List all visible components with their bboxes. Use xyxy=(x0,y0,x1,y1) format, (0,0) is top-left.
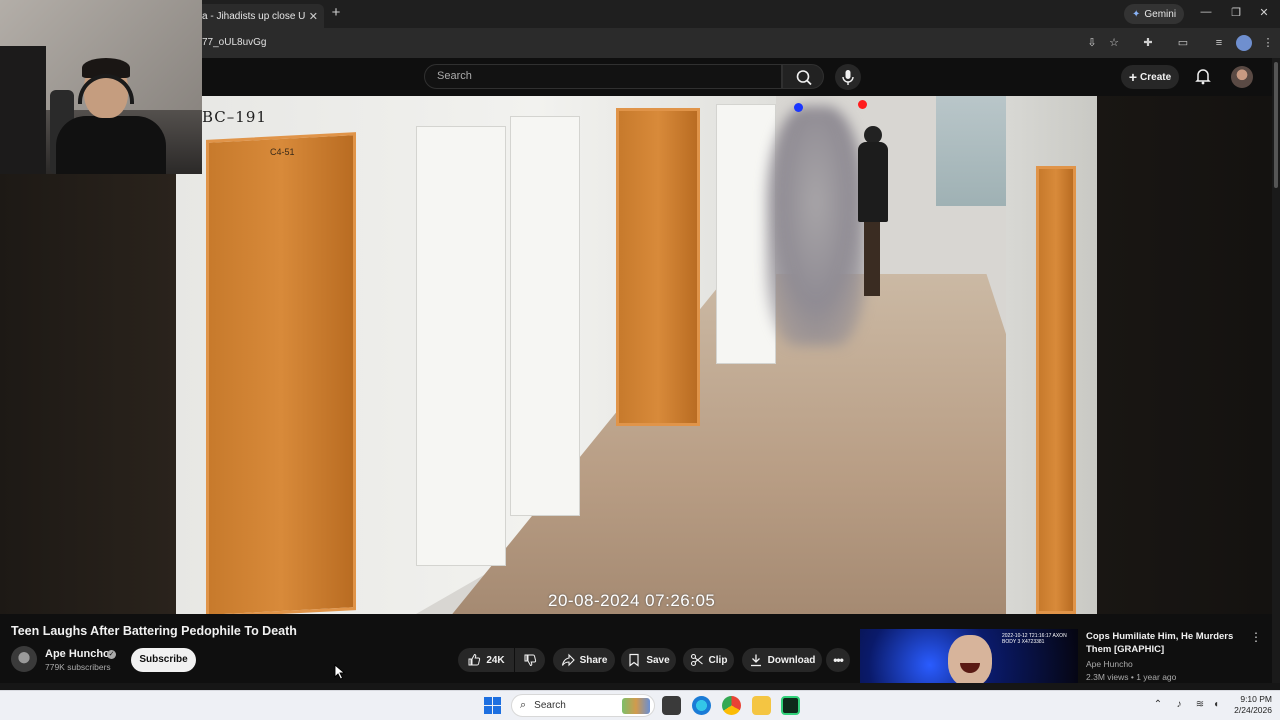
scrollbar-thumb[interactable] xyxy=(1274,62,1278,188)
video-scene-panel xyxy=(416,126,506,566)
clip-label: Clip xyxy=(708,654,728,666)
share-button[interactable]: Share xyxy=(553,648,615,672)
taskbar-search[interactable]: ⌕ Search xyxy=(511,694,655,717)
share-arrow-icon xyxy=(561,653,575,667)
taskbar-search-label: Search xyxy=(534,700,566,711)
cast-icon[interactable]: ▭ xyxy=(1175,35,1191,51)
install-app-icon[interactable]: ⇩ xyxy=(1084,35,1100,51)
taskbar-clock[interactable]: 9:10 PM 2/24/2026 xyxy=(1232,694,1272,716)
recommendation-meta: 2.3M views • 1 year ago xyxy=(1086,672,1177,682)
gemini-sparkle-icon: ✦ xyxy=(1132,8,1141,20)
subscribe-button[interactable]: Subscribe xyxy=(131,648,196,672)
bell-icon xyxy=(1195,69,1211,85)
video-scene-person xyxy=(856,126,890,296)
browser-profile-avatar[interactable] xyxy=(1236,35,1252,51)
windows-start-icon[interactable] xyxy=(484,697,501,714)
file-explorer-icon[interactable] xyxy=(752,696,771,715)
new-tab-button[interactable]: + xyxy=(328,5,344,21)
video-scene-door xyxy=(206,132,356,614)
blurred-figure xyxy=(766,106,866,346)
video-ambient-left xyxy=(0,174,176,614)
video-scene-door xyxy=(616,108,700,426)
verified-icon: ✓ xyxy=(107,650,116,659)
like-count: 24K xyxy=(486,654,505,666)
scissors-icon xyxy=(690,653,703,667)
clip-button[interactable]: Clip xyxy=(683,648,734,672)
search-highlight-icon xyxy=(622,697,650,714)
volume-icon[interactable]: ◖ xyxy=(1210,699,1222,711)
restore-icon[interactable]: ❐ xyxy=(1226,6,1246,22)
recommendation-channel[interactable]: Ape Huncho xyxy=(1086,659,1133,669)
video-scene-door xyxy=(1036,166,1076,614)
microphone-icon xyxy=(842,70,854,85)
tab-close-icon[interactable]: ✕ xyxy=(309,10,318,23)
tab-title: a - Jihadists up close UNCE xyxy=(202,10,305,22)
webcam-overlay xyxy=(0,0,202,174)
bookmark-icon xyxy=(629,653,639,667)
tracker-dot-blue xyxy=(794,103,803,112)
search-button[interactable] xyxy=(782,64,824,89)
video-player[interactable] xyxy=(176,96,1097,614)
gemini-button[interactable]: ✦ Gemini xyxy=(1124,4,1185,24)
extensions-icon[interactable]: ✚ xyxy=(1140,35,1156,51)
tracker-dot-red xyxy=(858,100,867,109)
microphone-tray-icon[interactable]: ♪ xyxy=(1173,699,1185,711)
plus-icon: + xyxy=(1128,69,1138,85)
video-scene-panel xyxy=(510,116,580,516)
recommendation-thumbnail[interactable]: 2022-10-12 T21:16:17 AXON BODY 3 X472338… xyxy=(860,629,1078,689)
edge-browser-icon[interactable] xyxy=(692,696,711,715)
browser-menu-icon[interactable]: ⋮ xyxy=(1260,35,1276,51)
window-close-icon[interactable]: ✕ xyxy=(1254,6,1274,22)
media-controls-icon[interactable]: ≡ xyxy=(1211,35,1227,51)
search-icon xyxy=(796,70,812,86)
video-title: Teen Laughs After Battering Pedophile To… xyxy=(11,624,297,638)
download-label: Download xyxy=(767,654,816,666)
taskbar-search-icon: ⌕ xyxy=(520,699,527,711)
url-text[interactable]: 77_oUL8uvGg xyxy=(202,37,267,48)
mouse-cursor-icon xyxy=(334,664,346,680)
camera-label: BC–191 xyxy=(202,108,267,126)
video-ambient-right xyxy=(1097,96,1272,614)
more-horizontal-icon: ••• xyxy=(833,653,844,667)
dislike-button[interactable] xyxy=(515,648,545,672)
subscriber-count: 779K subscribers xyxy=(45,662,111,672)
notifications-button[interactable] xyxy=(1194,67,1212,85)
tray-overflow-icon[interactable]: ⌃ xyxy=(1152,699,1164,711)
account-avatar[interactable] xyxy=(1231,66,1253,88)
channel-avatar[interactable] xyxy=(11,646,37,672)
create-label: Create xyxy=(1140,71,1172,83)
video-timestamp: 20-08-2024 07:26:05 xyxy=(548,591,716,610)
like-button[interactable]: 24K xyxy=(458,648,514,672)
more-actions-button[interactable]: ••• xyxy=(826,648,850,672)
save-button[interactable]: Save xyxy=(621,648,676,672)
recommendation-menu-icon[interactable]: ⋮ xyxy=(1250,630,1262,644)
task-view-icon[interactable] xyxy=(662,696,681,715)
thumbs-up-icon xyxy=(468,653,481,666)
taskbar-app-icon[interactable] xyxy=(781,696,800,715)
browser-tab[interactable]: a - Jihadists up close UNCE ✕ xyxy=(196,4,324,28)
gemini-label: Gemini xyxy=(1144,8,1177,20)
thumbnail-overlay-text: 2022-10-12 T21:16:17 AXON BODY 3 X472338… xyxy=(1002,633,1067,645)
clock-time: 9:10 PM xyxy=(1240,694,1272,704)
minimize-icon[interactable]: — xyxy=(1196,6,1216,22)
download-button[interactable]: Download xyxy=(742,648,822,672)
download-icon xyxy=(750,654,761,667)
wifi-icon[interactable]: ≋ xyxy=(1194,699,1206,711)
video-scene-corridor-end xyxy=(936,96,1016,206)
chrome-browser-icon[interactable] xyxy=(722,696,741,715)
channel-name[interactable]: Ape Huncho xyxy=(45,648,110,660)
bookmark-star-icon[interactable]: ☆ xyxy=(1106,35,1122,51)
door-number: C4-51 xyxy=(270,147,295,157)
create-button[interactable]: + Create xyxy=(1121,65,1179,89)
search-input[interactable]: Search xyxy=(424,64,782,89)
voice-search-button[interactable] xyxy=(835,64,861,90)
recommendation-title[interactable]: Cops Humiliate Him, He Murders Them [GRA… xyxy=(1086,630,1246,656)
page-bottom-edge xyxy=(0,683,1280,690)
clock-date: 2/24/2026 xyxy=(1234,705,1272,715)
share-label: Share xyxy=(579,654,608,666)
save-label: Save xyxy=(646,654,670,666)
thumbs-down-icon xyxy=(524,654,537,667)
